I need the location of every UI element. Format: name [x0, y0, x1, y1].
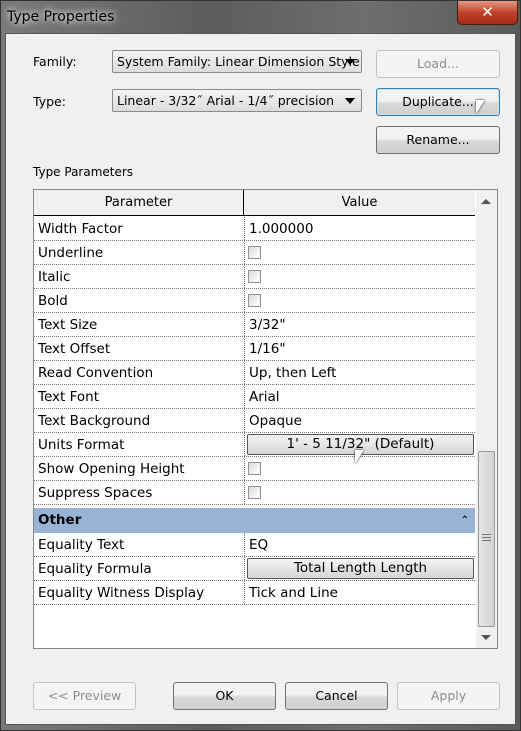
scrollbar-thumb[interactable]	[478, 451, 495, 627]
table-row[interactable]: Text Offset 1/16"	[34, 337, 475, 361]
ok-button[interactable]: OK	[173, 682, 276, 710]
table-row[interactable]: Equality Formula Total Length Length	[34, 557, 475, 581]
checkbox[interactable]	[248, 294, 261, 307]
parameter-name: Underline	[38, 245, 104, 261]
table-row[interactable]: Italic	[34, 265, 475, 289]
chevron-down-icon	[345, 59, 355, 65]
close-button[interactable]: ✕	[457, 1, 518, 25]
close-x-icon: ✕	[481, 3, 494, 21]
load-button[interactable]: Load...	[376, 50, 500, 78]
checkbox[interactable]	[248, 270, 261, 283]
family-dropdown[interactable]: System Family: Linear Dimension Style	[112, 50, 362, 73]
preview-button[interactable]: << Preview	[33, 682, 136, 710]
parameter-name: Equality Witness Display	[38, 585, 205, 601]
parameter-value-cell[interactable]: 3/32"	[244, 313, 475, 336]
column-header-parameter[interactable]: Parameter	[34, 190, 244, 215]
table-row[interactable]: Units Format 1' - 5 11/32" (Default)	[34, 433, 475, 457]
parameter-name: Units Format	[38, 437, 125, 453]
parameter-value-cell[interactable]: 1/16"	[244, 337, 475, 360]
parameter-name: Read Convention	[38, 365, 154, 381]
parameter-value-cell[interactable]: Tick and Line	[244, 581, 475, 604]
table-row[interactable]: Equality Text EQ	[34, 533, 475, 557]
parameter-name: Equality Formula	[38, 561, 152, 577]
type-parameters-label: Type Parameters	[33, 165, 134, 179]
parameter-name: Show Opening Height	[38, 461, 185, 477]
parameter-name: Text Font	[38, 389, 99, 405]
mouse-cursor-icon	[476, 100, 485, 114]
parameter-name: Equality Text	[38, 537, 125, 553]
parameter-name: Text Background	[38, 413, 151, 429]
family-value: System Family: Linear Dimension Style	[117, 54, 360, 69]
table-row[interactable]: Read Convention Up, then Left	[34, 361, 475, 385]
group-header-other[interactable]: Other ⌃	[34, 508, 475, 533]
window-title: Type Properties	[7, 9, 115, 25]
parameter-value-cell[interactable]	[244, 241, 475, 264]
type-value: Linear - 3/32˝ Arial - 1/4˝ precision	[117, 93, 335, 108]
parameter-value-cell[interactable]: 1.000000	[244, 217, 475, 240]
checkbox[interactable]	[248, 246, 261, 259]
group-label: Other	[38, 512, 82, 528]
double-chevron-up-icon[interactable]: ⌃	[461, 508, 469, 533]
apply-button[interactable]: Apply	[397, 682, 500, 710]
parameter-value-cell[interactable]: Opaque	[244, 409, 475, 432]
table-row[interactable]: Width Factor 1.000000	[34, 217, 475, 241]
table-row[interactable]: Show Opening Height	[34, 457, 475, 481]
table-row[interactable]: Underline	[34, 241, 475, 265]
grip-icon	[482, 534, 491, 541]
parameter-value-cell[interactable]	[244, 481, 475, 504]
chevron-down-icon	[345, 98, 355, 104]
parameter-value-cell[interactable]: Total Length Length	[244, 557, 475, 580]
column-header-value[interactable]: Value	[244, 190, 475, 215]
type-label: Type:	[33, 94, 66, 109]
scroll-down-arrow-icon[interactable]	[481, 635, 491, 640]
table-row[interactable]: Equality Witness Display Tick and Line	[34, 581, 475, 605]
checkbox[interactable]	[248, 462, 261, 475]
parameter-name: Bold	[38, 293, 68, 309]
parameter-value-cell[interactable]	[244, 289, 475, 312]
parameter-name: Text Size	[38, 317, 98, 333]
checkbox[interactable]	[248, 486, 261, 499]
parameter-value-cell[interactable]: EQ	[244, 533, 475, 556]
parameter-value-cell[interactable]: Up, then Left	[244, 361, 475, 384]
parameter-value-cell[interactable]: Arial	[244, 385, 475, 408]
parameter-value-cell[interactable]	[244, 265, 475, 288]
parameter-name: Text Offset	[38, 341, 111, 357]
type-parameters-grid: Parameter Value Width Factor 1.000000 Unde…	[33, 189, 498, 649]
scroll-up-arrow-icon[interactable]	[481, 199, 491, 204]
family-label: Family:	[33, 54, 77, 69]
type-dropdown[interactable]: Linear - 3/32˝ Arial - 1/4˝ precision	[112, 89, 362, 112]
parameter-name: Italic	[38, 269, 71, 285]
mouse-cursor-icon	[355, 450, 364, 464]
grid-header: Parameter Value	[34, 190, 475, 216]
table-row[interactable]: Text Font Arial	[34, 385, 475, 409]
table-row[interactable]: Text Size 3/32"	[34, 313, 475, 337]
parameter-name: Width Factor	[38, 221, 123, 237]
table-row[interactable]: Suppress Spaces	[34, 481, 475, 505]
cancel-button[interactable]: Cancel	[285, 682, 388, 710]
table-row[interactable]: Text Background Opaque	[34, 409, 475, 433]
rename-button[interactable]: Rename...	[376, 126, 500, 154]
parameter-name: Suppress Spaces	[38, 485, 153, 501]
vertical-scrollbar[interactable]	[476, 190, 497, 648]
table-row[interactable]: Bold	[34, 289, 475, 313]
value-button[interactable]: Total Length Length	[247, 558, 474, 579]
